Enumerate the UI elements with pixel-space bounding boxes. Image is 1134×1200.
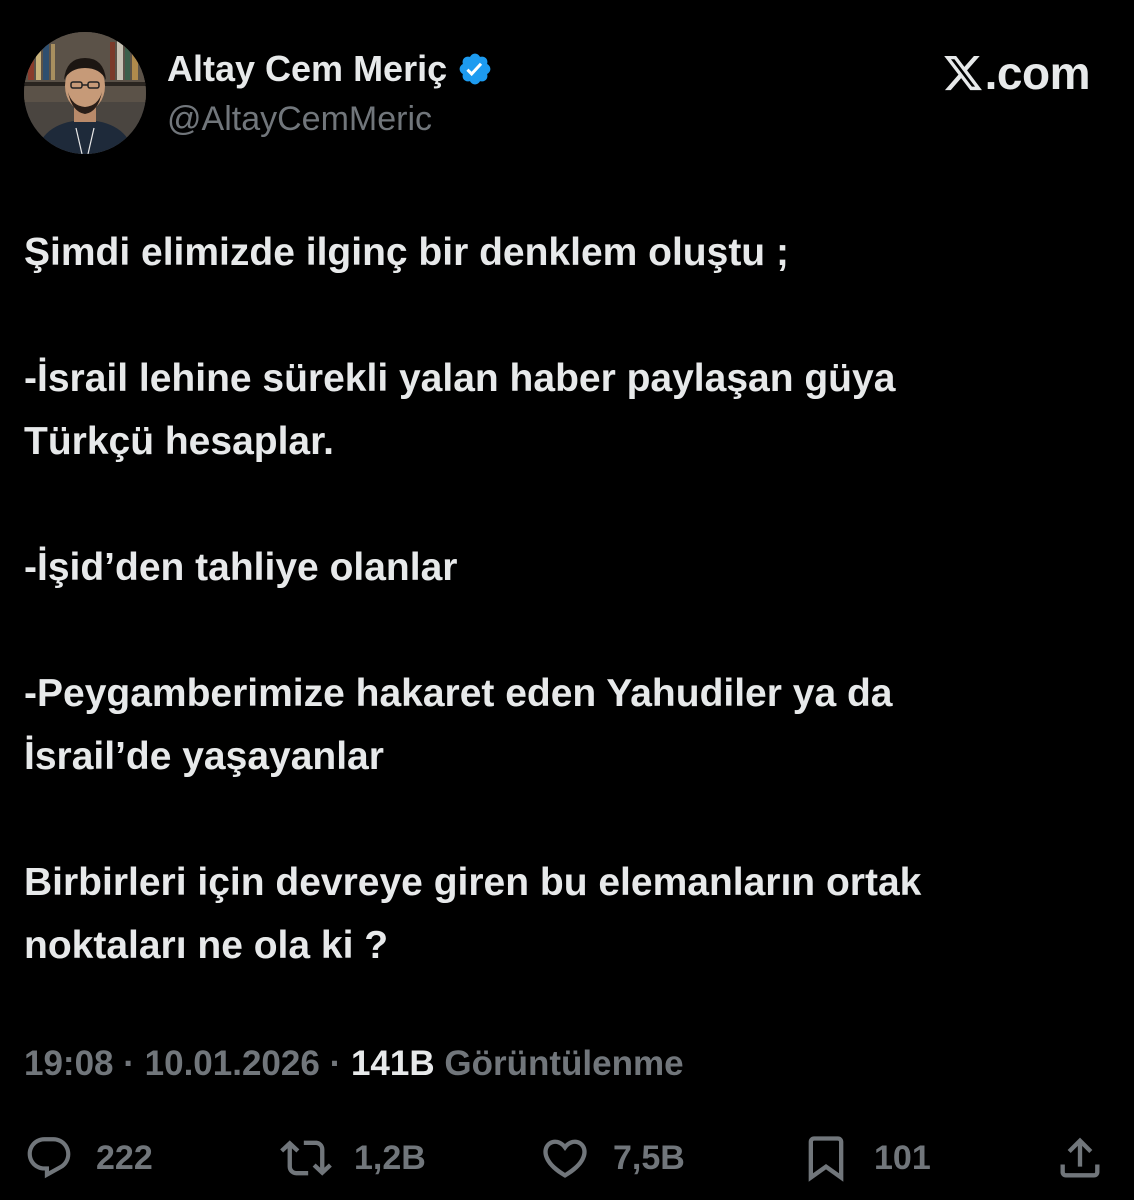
like-button[interactable]: 7,5B bbox=[539, 1128, 685, 1188]
bookmark-count: 101 bbox=[874, 1138, 931, 1177]
tweet-paragraph: Şimdi elimizde ilginç bir denklem oluştu… bbox=[24, 221, 1114, 284]
tweet-line: noktaları ne ola ki ? bbox=[24, 924, 389, 967]
meta-separator: · bbox=[123, 1044, 135, 1083]
brand: .com bbox=[941, 46, 1091, 100]
tweet-line: Birbirleri için devreye giren bu elemanl… bbox=[24, 861, 922, 904]
tweet-time[interactable]: 19:08 bbox=[24, 1044, 114, 1083]
user-handle[interactable]: @AltayCemMeric bbox=[167, 100, 432, 139]
reply-icon bbox=[24, 1133, 74, 1183]
brand-domain-text: .com bbox=[984, 47, 1091, 99]
tweet-header: Altay Cem Meriç @AltayCemMeric .com bbox=[24, 32, 1110, 156]
tweet-line: -İşid’den tahliye olanlar bbox=[24, 546, 458, 589]
tweet-paragraph: Birbirleri için devreye giren bu elemanl… bbox=[24, 851, 1114, 977]
bookmark-button[interactable]: 101 bbox=[800, 1128, 931, 1188]
tweet-paragraph: -İşid’den tahliye olanlar bbox=[24, 536, 1114, 599]
views-count: 141B bbox=[350, 1044, 435, 1083]
bookmark-icon bbox=[800, 1132, 852, 1184]
tweet-date[interactable]: 10.01.2026 bbox=[145, 1044, 320, 1083]
tweet-paragraph: -Peygamberimize hakaret eden Yahudiler y… bbox=[24, 662, 1114, 788]
x-logo-icon bbox=[941, 52, 985, 94]
avatar[interactable] bbox=[24, 32, 146, 154]
name-row: Altay Cem Meriç bbox=[167, 46, 493, 92]
tweet-line: Şimdi elimizde ilginç bir denklem oluştu… bbox=[24, 231, 789, 274]
display-name[interactable]: Altay Cem Meriç bbox=[167, 48, 447, 90]
tweet-line: -İsrail lehine sürekli yalan haber payla… bbox=[24, 357, 896, 400]
action-bar: 222 1,2B 7,5B 101 bbox=[24, 1128, 1110, 1188]
retweet-button[interactable]: 1,2B bbox=[280, 1128, 426, 1188]
share-icon bbox=[1054, 1132, 1106, 1184]
tweet-line: -Peygamberimize hakaret eden Yahudiler y… bbox=[24, 672, 893, 715]
like-count: 7,5B bbox=[613, 1138, 685, 1177]
tweet-line: Türkçü hesaplar. bbox=[24, 420, 334, 463]
tweet-paragraph: -İsrail lehine sürekli yalan haber payla… bbox=[24, 347, 1114, 473]
tweet-line: İsrail’de yaşayanlar bbox=[24, 735, 384, 778]
verified-badge-icon bbox=[457, 51, 493, 87]
retweet-count: 1,2B bbox=[354, 1138, 426, 1177]
reply-count: 222 bbox=[96, 1138, 153, 1177]
retweet-icon bbox=[280, 1132, 332, 1184]
heart-icon bbox=[539, 1132, 591, 1184]
share-button[interactable] bbox=[1054, 1128, 1106, 1188]
tweet-meta: 19:08 · 10.01.2026 · 141B Görüntülenme bbox=[24, 1044, 684, 1084]
reply-button[interactable]: 222 bbox=[24, 1128, 153, 1188]
tweet-text: Şimdi elimizde ilginç bir denklem oluştu… bbox=[24, 221, 1114, 977]
meta-separator: · bbox=[329, 1044, 342, 1083]
views-label: Görüntülenme bbox=[444, 1044, 684, 1083]
